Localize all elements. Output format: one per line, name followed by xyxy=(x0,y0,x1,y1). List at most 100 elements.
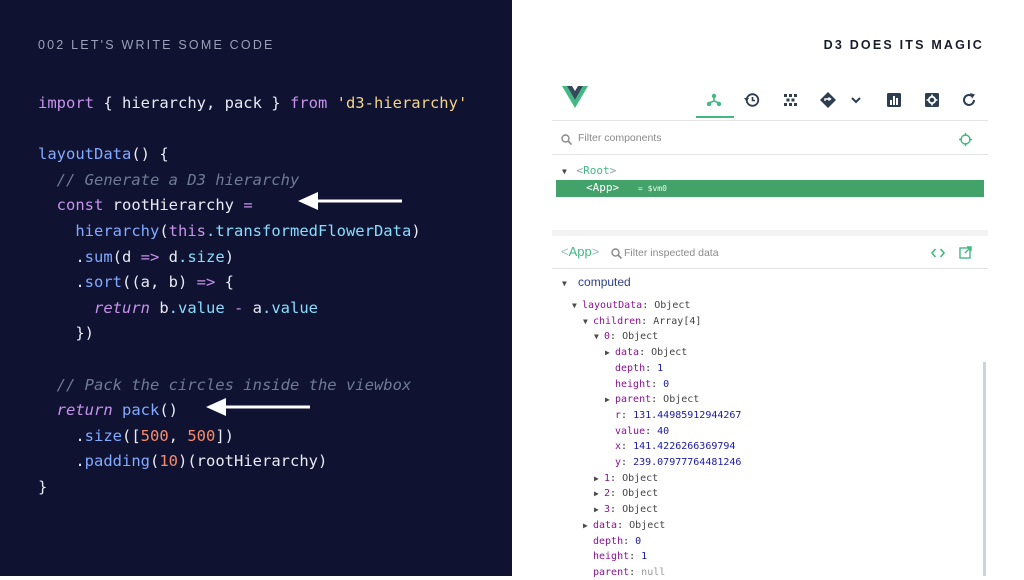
data-row: r: 131.44985912944267 xyxy=(605,408,741,423)
separator: : xyxy=(610,488,623,500)
code-token: ) xyxy=(224,247,235,266)
data-key: parent xyxy=(615,394,652,406)
separator: : xyxy=(645,425,658,437)
arrow-root-hierarchy-icon xyxy=(298,192,402,210)
code-token: ) xyxy=(411,221,421,240)
code-token: padding xyxy=(84,452,150,471)
data-row[interactable]: ▼ 0: Object xyxy=(594,329,658,344)
history-icon[interactable] xyxy=(742,90,762,110)
code-token: from xyxy=(289,94,337,112)
code-line: return b.value - a.value xyxy=(38,296,467,322)
chevron-down-icon[interactable] xyxy=(846,90,866,110)
separator: : xyxy=(645,362,658,374)
expand-triangle-icon[interactable]: ▶ xyxy=(594,502,604,517)
data-row: height: 1 xyxy=(583,549,647,564)
code-token: sort xyxy=(84,273,122,292)
separator: : xyxy=(641,315,654,327)
vuex-icon[interactable] xyxy=(780,90,800,110)
data-row[interactable]: ▼ children: Array[4] xyxy=(583,314,701,329)
data-key: children xyxy=(593,315,642,327)
expand-triangle-icon[interactable]: ▼ xyxy=(562,276,572,291)
data-key: parent xyxy=(593,566,630,578)
filter-components-row[interactable]: Filter components xyxy=(552,126,988,155)
data-value: 0 xyxy=(635,535,642,547)
active-tab-indicator xyxy=(696,116,734,118)
separator: : xyxy=(621,409,634,421)
code-token: ( xyxy=(150,452,160,471)
code-token: . xyxy=(38,452,85,471)
tree-node-root[interactable]: ▼ <Root> xyxy=(562,164,616,177)
settings-icon[interactable] xyxy=(922,90,942,110)
router-icon[interactable] xyxy=(818,90,838,110)
expand-triangle-icon[interactable]: ▶ xyxy=(605,345,615,360)
tree-node-app-selected[interactable]: <App> = $vm0 xyxy=(556,180,984,197)
code-token: 'd3-hierarchy' xyxy=(336,94,468,112)
code-token: }) xyxy=(38,324,94,343)
code-token: ( xyxy=(159,221,169,240)
performance-icon[interactable] xyxy=(884,90,904,110)
code-token: layoutData xyxy=(38,145,132,164)
expand-triangle-icon[interactable]: ▶ xyxy=(583,518,593,533)
data-row[interactable]: ▶ 2: Object xyxy=(594,486,658,501)
component-tree: ▼ <Root> <App> = $vm0 xyxy=(552,160,988,232)
data-row[interactable]: ▶ 3: Object xyxy=(594,502,658,517)
data-key: value xyxy=(615,425,646,437)
separator: : xyxy=(610,504,623,516)
refresh-icon[interactable] xyxy=(959,90,979,110)
data-row[interactable]: ▶ data: Object xyxy=(605,345,687,360)
data-row: depth: 0 xyxy=(583,534,641,549)
code-token: 10 xyxy=(159,452,179,471)
data-value: 1 xyxy=(657,362,664,374)
data-row[interactable]: ▶ data: Object xyxy=(583,518,665,533)
code-token: () xyxy=(159,401,179,420)
pane-divider[interactable] xyxy=(552,230,988,236)
expand-triangle-icon[interactable]: ▶ xyxy=(594,486,604,501)
separator: : xyxy=(639,347,652,359)
data-value: 40 xyxy=(657,425,670,437)
filter-components-input[interactable]: Filter components xyxy=(578,132,661,144)
code-token: { hierarchy, pack } xyxy=(103,94,290,112)
tree-root-bracket-close: > xyxy=(609,164,617,177)
expand-triangle-icon[interactable]: ▶ xyxy=(605,392,615,407)
slide-title: D3 DOES ITS MAGIC xyxy=(823,38,984,52)
code-icon[interactable] xyxy=(931,247,945,259)
code-line: // Pack the circles inside the viewbox xyxy=(38,373,467,399)
expand-triangle-icon[interactable]: ▶ xyxy=(594,471,604,486)
collapse-triangle-icon[interactable]: ▼ xyxy=(594,329,604,344)
code-token: import xyxy=(38,94,104,112)
computed-section-header[interactable]: ▼ computed xyxy=(562,275,631,290)
separator: : xyxy=(610,472,623,484)
data-value: null xyxy=(641,566,666,578)
inspector-scrollbar[interactable] xyxy=(983,362,986,576)
code-line: layoutData() { xyxy=(38,142,467,168)
code-token: .value xyxy=(262,298,319,317)
data-row[interactable]: ▶ 1: Object xyxy=(594,471,658,486)
target-icon[interactable] xyxy=(959,133,972,146)
search-icon xyxy=(561,134,572,145)
components-icon[interactable] xyxy=(704,90,724,110)
filter-inspected-data-input[interactable]: Filter inspected data xyxy=(624,247,719,259)
collapse-triangle-icon[interactable]: ▼ xyxy=(572,298,582,313)
data-value: 239.07977764481246 xyxy=(633,457,742,468)
expand-triangle-icon[interactable]: ▼ xyxy=(562,167,567,176)
vue-logo-icon xyxy=(562,86,588,108)
code-line: .padding(10)(rootHierarchy) xyxy=(38,449,467,475)
separator: : xyxy=(651,394,664,406)
code-token: this xyxy=(168,221,206,240)
collapse-triangle-icon[interactable]: ▼ xyxy=(583,314,593,329)
code-line: .size([500, 500]) xyxy=(38,424,467,450)
code-token: (d xyxy=(112,247,141,266)
code-token: . xyxy=(38,247,85,266)
code-token: pack xyxy=(122,401,160,420)
data-row[interactable]: ▶ parent: Object xyxy=(605,392,699,407)
inspector-header: <App> Filter inspected data xyxy=(552,238,988,269)
data-value: Array[4] xyxy=(653,315,702,327)
arrow-return-pack-icon xyxy=(206,398,310,416)
data-row[interactable]: ▼ layoutData: Object xyxy=(572,298,690,313)
open-external-icon[interactable] xyxy=(959,246,972,259)
data-row: depth: 1 xyxy=(605,361,663,376)
